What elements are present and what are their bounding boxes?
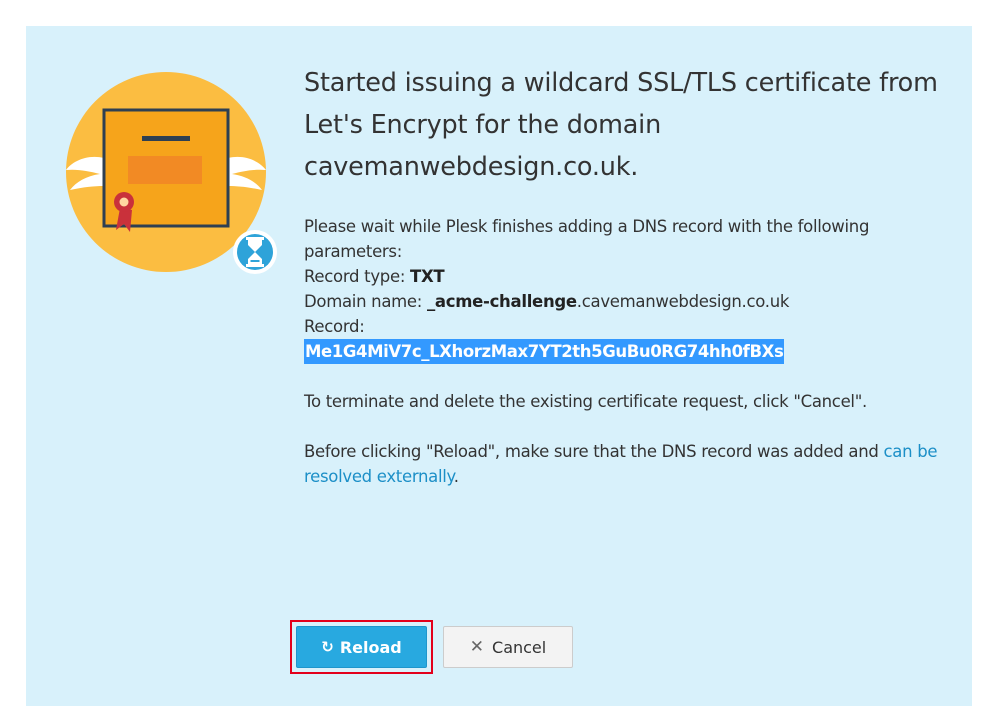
dialog-panel: Started issuing a wildcard SSL/TLS certi…	[26, 26, 972, 706]
record-type-value: TXT	[410, 267, 445, 286]
cancel-button-label: Cancel	[492, 637, 547, 657]
domain-name-suffix: .cavemanwebdesign.co.uk	[576, 292, 790, 311]
dialog-title: Started issuing a wildcard SSL/TLS certi…	[304, 68, 938, 182]
reload-button[interactable]: ↻ Reload	[296, 626, 427, 668]
certificate-with-wings-icon	[64, 70, 279, 275]
hourglass-icon	[233, 230, 277, 274]
reload-hint: Before clicking "Reload", make sure that…	[304, 439, 954, 489]
record-type-row: Record type: TXT	[304, 264, 954, 289]
close-icon: ✕	[469, 637, 485, 657]
cancel-hint: To terminate and delete the existing cer…	[304, 392, 867, 411]
reload-icon: ↻	[321, 638, 334, 656]
dialog-message: Please wait while Plesk finishes adding …	[304, 214, 954, 489]
reload-hint-end: .	[453, 467, 459, 486]
reload-hint-text: Before clicking "Reload", make sure that…	[304, 442, 884, 461]
record-value[interactable]: Me1G4MiV7c_LXhorzMax7YT2th5GuBu0RG74hh0f…	[304, 339, 785, 364]
dialog-content: Started issuing a wildcard SSL/TLS certi…	[304, 62, 954, 489]
record-label: Record:	[304, 317, 365, 336]
wait-message: Please wait while Plesk finishes adding …	[304, 217, 870, 261]
dialog-actions: ↻ Reload ✕ Cancel	[290, 620, 573, 674]
cancel-button[interactable]: ✕ Cancel	[443, 626, 573, 668]
domain-name-row: Domain name: _acme-challenge.cavemanwebd…	[304, 289, 954, 314]
reload-button-label: Reload	[339, 637, 402, 657]
domain-name-label: Domain name:	[304, 292, 423, 311]
reload-button-highlight: ↻ Reload	[290, 620, 433, 674]
domain-name-prefix: _acme-challenge	[426, 292, 577, 311]
record-type-label: Record type:	[304, 267, 406, 286]
record-value-row: Me1G4MiV7c_LXhorzMax7YT2th5GuBu0RG74hh0f…	[304, 339, 954, 364]
